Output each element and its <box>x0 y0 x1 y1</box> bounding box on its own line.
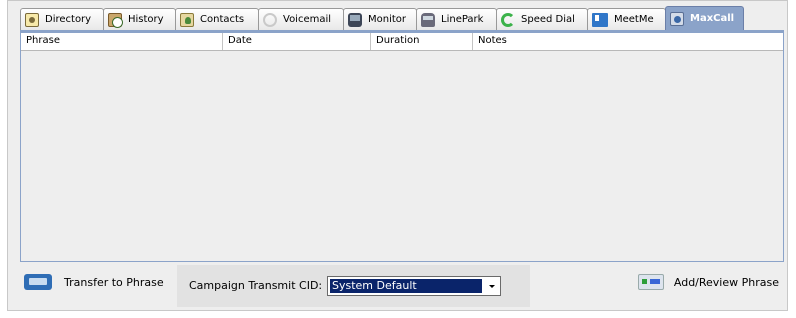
column-header-phrase[interactable]: Phrase <box>21 33 223 50</box>
tab-label: Directory <box>45 14 92 25</box>
history-icon <box>108 12 123 28</box>
bottom-toolbar: Transfer to Phrase Campaign Transmit CID… <box>20 263 784 307</box>
transfer-label: Transfer to Phrase <box>64 275 164 289</box>
maxcall-icon <box>670 11 684 26</box>
column-header-date[interactable]: Date <box>223 33 371 50</box>
table-body[interactable] <box>21 51 783 258</box>
tab-monitor[interactable]: Monitor <box>343 8 417 30</box>
voicemail-icon <box>263 12 277 27</box>
add-phrase-icon <box>637 274 664 290</box>
transfer-to-phrase-button[interactable]: Transfer to Phrase <box>24 274 164 290</box>
add-review-label: Add/Review Phrase <box>673 275 779 289</box>
transfer-icon <box>24 274 52 290</box>
table-header: Phrase Date Duration Notes <box>21 33 783 51</box>
tab-label: MaxCall <box>690 13 735 24</box>
phrase-table-panel: Phrase Date Duration Notes <box>20 30 784 262</box>
tab-meetme[interactable]: MeetMe <box>587 8 666 30</box>
tab-maxcall[interactable]: MaxCall <box>665 6 744 30</box>
campaign-cid-label: Campaign Transmit CID: <box>189 279 323 292</box>
tab-contacts[interactable]: Contacts <box>175 8 259 30</box>
add-review-phrase-button[interactable]: Add/Review Phrase <box>637 274 779 290</box>
tab-label: MeetMe <box>614 14 654 25</box>
column-header-notes[interactable]: Notes <box>473 33 783 50</box>
tab-voicemail[interactable]: Voicemail <box>258 8 344 30</box>
campaign-cid-value: System Default <box>330 279 482 293</box>
tab-label: LinePark <box>441 14 484 25</box>
directory-icon <box>25 12 39 27</box>
tab-bar: Directory History Contacts Voicemail Mon… <box>20 6 744 30</box>
tab-linepark[interactable]: LinePark <box>416 8 497 30</box>
tab-label: Voicemail <box>283 14 332 25</box>
contacts-icon <box>180 12 194 27</box>
tab-directory[interactable]: Directory <box>20 8 104 30</box>
tab-label: History <box>128 14 164 25</box>
chevron-down-icon[interactable] <box>484 277 500 295</box>
monitor-icon <box>348 12 362 27</box>
campaign-cid-group: Campaign Transmit CID: System Default <box>177 265 530 307</box>
tab-label: Speed Dial <box>521 14 575 25</box>
tab-history[interactable]: History <box>103 8 176 30</box>
column-header-duration[interactable]: Duration <box>371 33 473 50</box>
tab-label: Monitor <box>368 14 407 25</box>
tab-label: Contacts <box>200 14 245 25</box>
tab-speed-dial[interactable]: Speed Dial <box>496 8 588 30</box>
speed-dial-icon <box>501 12 515 27</box>
linepark-icon <box>421 12 435 27</box>
meetme-icon <box>592 12 608 27</box>
campaign-cid-select[interactable]: System Default <box>327 276 501 296</box>
